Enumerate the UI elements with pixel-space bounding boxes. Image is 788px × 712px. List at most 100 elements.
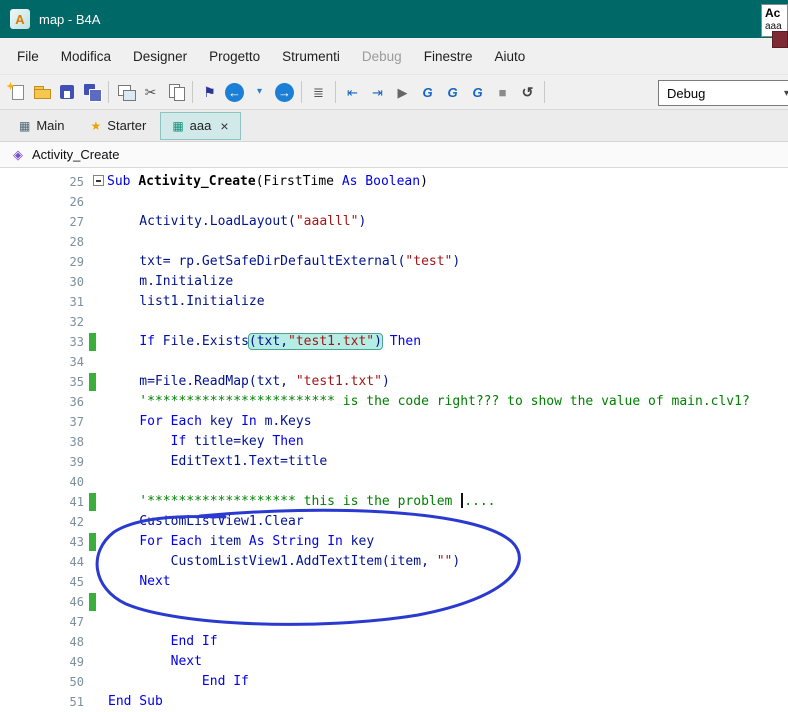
gutter-margin[interactable] — [84, 452, 108, 472]
gutter-margin[interactable] — [84, 472, 108, 492]
menu-strumenti[interactable]: Strumenti — [271, 43, 351, 70]
gutter-margin[interactable] — [84, 632, 108, 652]
gutter-margin[interactable] — [84, 192, 108, 212]
line-number[interactable]: 41 — [0, 492, 84, 512]
bookmark-icon[interactable]: ⚑ — [197, 79, 222, 106]
menu-debug[interactable]: Debug — [351, 43, 413, 70]
indent-icon[interactable]: ⇥ — [365, 79, 390, 106]
gutter-margin[interactable] — [84, 612, 108, 632]
line-number[interactable]: 42 — [0, 512, 84, 532]
step-over-icon[interactable]: G — [440, 79, 465, 106]
code-line[interactable]: 41 '******************* this is the prob… — [0, 492, 788, 512]
gutter-margin[interactable] — [84, 672, 108, 692]
gutter-margin[interactable] — [84, 312, 108, 332]
menu-modifica[interactable]: Modifica — [50, 43, 122, 70]
line-number[interactable]: 47 — [0, 612, 84, 632]
code-line[interactable]: 28 — [0, 232, 788, 252]
code-line[interactable]: 42 CustomListView1.Clear — [0, 512, 788, 532]
line-number[interactable]: 35 — [0, 372, 84, 392]
code-line[interactable]: 39 EditText1.Text=title — [0, 452, 788, 472]
gutter-margin[interactable] — [84, 212, 108, 232]
gutter-margin[interactable] — [84, 272, 108, 292]
build-config-dropdown[interactable]: Debug ▾ — [658, 80, 788, 106]
code-line[interactable]: 48 End If — [0, 632, 788, 652]
save-icon[interactable] — [54, 79, 79, 106]
code-line[interactable]: 43 For Each item As String In key — [0, 532, 788, 552]
menu-file[interactable]: File — [6, 43, 50, 70]
code-line[interactable]: 47 — [0, 612, 788, 632]
gutter-margin[interactable] — [84, 292, 108, 312]
float-window-icon[interactable] — [113, 79, 138, 106]
line-number[interactable]: 27 — [0, 212, 84, 232]
back-history-icon[interactable]: ▾ — [247, 79, 272, 106]
code-line[interactable]: 31 list1.Initialize — [0, 292, 788, 312]
line-number[interactable]: 30 — [0, 272, 84, 292]
breadcrumb[interactable]: ◈ Activity_Create — [0, 142, 788, 168]
gutter-margin[interactable] — [84, 652, 108, 672]
cut-icon[interactable]: ✂ — [138, 79, 163, 106]
code-line[interactable]: 34 — [0, 352, 788, 372]
open-folder-icon[interactable] — [29, 79, 54, 106]
line-number[interactable]: 32 — [0, 312, 84, 332]
line-number[interactable]: 48 — [0, 632, 84, 652]
menu-finestre[interactable]: Finestre — [413, 43, 484, 70]
gutter-margin[interactable] — [84, 432, 108, 452]
gutter-margin[interactable] — [84, 232, 108, 252]
code-line[interactable]: 44 CustomListView1.AddTextItem(item, "") — [0, 552, 788, 572]
gutter-margin[interactable] — [84, 512, 108, 532]
title-bar[interactable]: A map - B4A — [0, 0, 788, 38]
line-number[interactable]: 33 — [0, 332, 84, 352]
tab-main[interactable]: ▦Main — [8, 113, 76, 139]
menu-designer[interactable]: Designer — [122, 43, 198, 70]
gutter-margin[interactable] — [84, 692, 108, 712]
restart-icon[interactable]: ↺ — [515, 79, 540, 106]
code-line[interactable]: 38 If title=key Then — [0, 432, 788, 452]
comment-lines-icon[interactable]: ≣ — [306, 79, 331, 106]
line-number[interactable]: 31 — [0, 292, 84, 312]
code-line[interactable]: 33 If File.Exists(txt,"test1.txt") Then — [0, 332, 788, 352]
new-file-icon[interactable] — [4, 79, 29, 106]
run-icon[interactable]: ▶ — [390, 79, 415, 106]
code-line[interactable]: 46 — [0, 592, 788, 612]
navigate-back-icon[interactable]: ← — [222, 79, 247, 106]
navigate-forward-icon[interactable]: → — [272, 79, 297, 106]
line-number[interactable]: 34 — [0, 352, 84, 372]
gutter-margin[interactable] — [84, 352, 108, 372]
step-into-icon[interactable]: G — [415, 79, 440, 106]
gutter-margin[interactable] — [84, 252, 108, 272]
line-number[interactable]: 29 — [0, 252, 84, 272]
line-number[interactable]: 51 — [0, 692, 84, 712]
step-out-icon[interactable]: G — [465, 79, 490, 106]
save-all-icon[interactable] — [79, 79, 104, 106]
outdent-icon[interactable]: ⇤ — [340, 79, 365, 106]
gutter-margin[interactable] — [84, 392, 108, 412]
line-number[interactable]: 40 — [0, 472, 84, 492]
tab-aaa[interactable]: ▦aaa× — [161, 113, 239, 139]
line-number[interactable]: 45 — [0, 572, 84, 592]
gutter-margin[interactable] — [84, 492, 108, 512]
code-line[interactable]: 45 Next — [0, 572, 788, 592]
gutter-margin[interactable] — [84, 552, 108, 572]
code-line[interactable]: 25Sub Activity_Create(FirstTime As Boole… — [0, 172, 788, 192]
code-line[interactable]: 29 txt= rp.GetSafeDirDefaultExternal("te… — [0, 252, 788, 272]
line-number[interactable]: 36 — [0, 392, 84, 412]
gutter-margin[interactable] — [84, 412, 108, 432]
copy-icon[interactable] — [163, 79, 188, 106]
code-line[interactable]: 49 Next — [0, 652, 788, 672]
code-editor[interactable]: 25Sub Activity_Create(FirstTime As Boole… — [0, 168, 788, 712]
line-number[interactable]: 38 — [0, 432, 84, 452]
code-line[interactable]: 27 Activity.LoadLayout("aaalll") — [0, 212, 788, 232]
code-line[interactable]: 50 End If — [0, 672, 788, 692]
fold-collapse-icon[interactable] — [93, 175, 104, 186]
gutter-margin[interactable] — [84, 332, 108, 352]
line-number[interactable]: 50 — [0, 672, 84, 692]
gutter-margin[interactable] — [84, 572, 108, 592]
code-line[interactable]: 30 m.Initialize — [0, 272, 788, 292]
code-line[interactable]: 37 For Each key In m.Keys — [0, 412, 788, 432]
line-number[interactable]: 26 — [0, 192, 84, 212]
tab-starter[interactable]: ★Starter — [80, 113, 158, 139]
gutter-margin[interactable] — [84, 532, 108, 552]
code-line[interactable]: 51End Sub — [0, 692, 788, 712]
line-number[interactable]: 25 — [0, 172, 84, 192]
menu-aiuto[interactable]: Aiuto — [483, 43, 536, 70]
